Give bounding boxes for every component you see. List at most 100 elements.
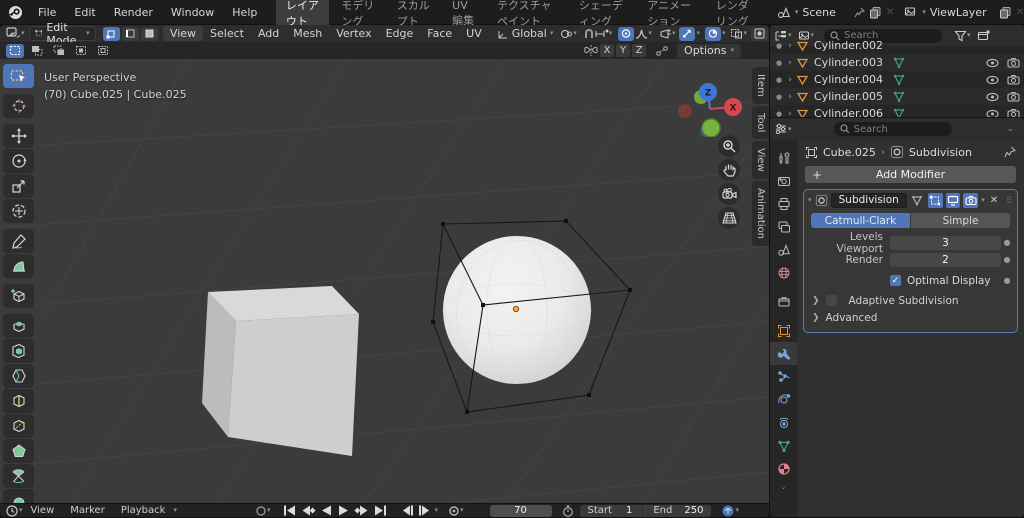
orientation-dropdown[interactable]: Global ▾ <box>497 27 554 40</box>
tab-tool[interactable] <box>770 146 797 169</box>
mirror-x-toggle[interactable]: X <box>600 44 614 57</box>
hide-eye-icon[interactable] <box>986 58 999 68</box>
blender-logo-icon[interactable] <box>8 5 23 20</box>
tool-spin[interactable] <box>3 464 34 488</box>
proportional-falloff-dropdown[interactable]: ▾ <box>635 28 652 40</box>
sidebar-tab-view[interactable]: View <box>752 141 769 179</box>
tool-add-cube[interactable] <box>3 284 34 308</box>
tool-annotate[interactable] <box>3 229 34 253</box>
tabs-overflow-chevron[interactable]: ⌄ <box>781 484 787 491</box>
select-mode-edge-button[interactable] <box>122 27 139 41</box>
select-subtract-button[interactable] <box>50 44 68 58</box>
xray-toggle[interactable]: ▾ <box>730 28 747 40</box>
snap-toggle[interactable] <box>583 28 595 40</box>
jump-to-end-button[interactable] <box>371 505 390 517</box>
animate-dot[interactable]: ● <box>1001 238 1013 247</box>
viewport-menu-view[interactable]: View <box>163 26 203 41</box>
timeline-menu-marker[interactable]: Marker <box>62 505 113 516</box>
sidebar-tab-tool[interactable]: Tool <box>752 106 769 139</box>
modifier-extras-chevron[interactable]: ▾ <box>981 197 985 204</box>
tool-cursor[interactable] <box>3 94 34 118</box>
add-modifier-button[interactable]: + Add Modifier <box>805 166 1016 183</box>
tool-move[interactable] <box>3 124 34 148</box>
camera-view-button[interactable] <box>718 183 740 205</box>
adaptive-subdivision-section[interactable]: ❯ Adaptive Subdivision <box>804 292 1017 309</box>
optimal-display-checkbox[interactable]: ✓ <box>890 275 901 286</box>
menu-window[interactable]: Window <box>162 0 223 24</box>
select-new-button[interactable] <box>6 44 24 58</box>
tool-rotate[interactable] <box>3 149 34 173</box>
shading-mode-button[interactable] <box>751 27 768 41</box>
tool-loop-cut[interactable] <box>3 389 34 413</box>
overlays-dropdown-chevron[interactable]: ▾ <box>722 30 726 37</box>
tab-world[interactable] <box>770 261 797 284</box>
modifier-name-field[interactable]: Subdivision <box>831 193 907 208</box>
cube-object[interactable] <box>202 286 359 456</box>
auto-keying-toggle[interactable]: ▾ <box>255 505 271 517</box>
tab-object[interactable] <box>770 319 797 342</box>
timeline-menu-view[interactable]: View <box>23 505 63 516</box>
tab-constraints[interactable] <box>770 411 797 434</box>
frame-step-forward-button[interactable] <box>416 505 434 517</box>
tool-extrude-region[interactable] <box>3 314 34 338</box>
select-intersect-button[interactable] <box>94 44 112 58</box>
outliner-row-cylinder-006[interactable]: ●› Cylinder.006 <box>770 105 1024 117</box>
properties-options-chevron[interactable]: ⌄ <box>1006 125 1014 134</box>
scene-pin-icon[interactable] <box>854 7 865 18</box>
show-gizmos-toggle[interactable] <box>679 27 695 41</box>
step-options-chevron[interactable]: ▾ <box>434 507 438 514</box>
new-collection-button[interactable] <box>977 29 991 42</box>
show-in-editmode-toggle[interactable] <box>928 193 943 208</box>
scene-selector[interactable]: ▾ Scene ✕ <box>777 6 894 19</box>
keying-set-button[interactable]: ▾ <box>448 505 464 517</box>
show-overlays-toggle[interactable] <box>705 27 721 41</box>
tab-collection[interactable] <box>770 290 797 313</box>
tab-render[interactable] <box>770 169 797 192</box>
pan-hand-button[interactable] <box>718 159 740 181</box>
proportional-editing-toggle[interactable] <box>618 27 634 41</box>
play-button[interactable] <box>335 505 352 517</box>
gizmos-dropdown-chevron[interactable]: ▾ <box>696 30 700 37</box>
start-frame-field[interactable]: Start1 <box>588 505 633 516</box>
toggle-perspective-button[interactable] <box>718 207 740 229</box>
adaptive-subdivision-checkbox[interactable] <box>826 295 837 306</box>
tab-modifiers[interactable] <box>770 342 797 365</box>
jump-to-start-button[interactable] <box>280 505 299 517</box>
gizmo-axis-negy-ball[interactable] <box>702 119 720 137</box>
viewport-menu-uv[interactable]: UV <box>459 27 489 40</box>
pin-icon[interactable] <box>1004 146 1016 158</box>
tool-measure[interactable] <box>3 254 34 278</box>
tool-smooth[interactable] <box>3 489 34 503</box>
tab-object-data[interactable] <box>770 434 797 457</box>
panel-expand-chevron[interactable]: ▾ <box>808 197 812 204</box>
mode-dropdown[interactable]: Edit Mode ▾ <box>29 26 96 41</box>
render-visibility-icon[interactable] <box>1007 91 1020 102</box>
tab-particles[interactable] <box>770 365 797 388</box>
view-object-types-dropdown[interactable]: ▾ <box>659 28 676 40</box>
navigation-gizmo[interactable]: Z X <box>670 67 750 137</box>
menu-help[interactable]: Help <box>223 0 266 24</box>
tool-inset-faces[interactable] <box>3 339 34 363</box>
tool-scale[interactable] <box>3 174 34 198</box>
mirror-z-toggle[interactable]: Z <box>632 44 646 57</box>
select-invert-button[interactable] <box>72 44 90 58</box>
previous-keyframe-button[interactable] <box>299 505 318 517</box>
tool-transform[interactable] <box>3 199 34 223</box>
viewport-menu-face[interactable]: Face <box>420 27 459 40</box>
tool-knife[interactable] <box>3 414 34 438</box>
outliner-row-cylinder-005[interactable]: ●› Cylinder.005 <box>770 88 1024 105</box>
render-visibility-icon[interactable] <box>1007 74 1020 85</box>
tab-scene[interactable] <box>770 238 797 261</box>
options-dropdown[interactable]: Options▾ <box>677 44 741 58</box>
viewlayer-selector[interactable]: ▾ ViewLayer ✕ <box>904 6 1024 19</box>
hide-eye-icon[interactable] <box>986 92 999 102</box>
end-frame-field[interactable]: End250 <box>653 505 703 516</box>
tab-output[interactable] <box>770 192 797 215</box>
next-keyframe-button[interactable] <box>352 505 371 517</box>
levels-viewport-field[interactable]: 3 <box>890 236 1001 250</box>
zoom-button[interactable] <box>718 135 740 157</box>
timeline-editor-type-button[interactable]: ▾ <box>0 505 23 517</box>
show-on-cage-toggle[interactable] <box>910 193 925 208</box>
modifier-drag-handle[interactable]: ⠿ <box>1006 196 1013 205</box>
outliner-row-cylinder-004[interactable]: ●› Cylinder.004 <box>770 71 1024 88</box>
